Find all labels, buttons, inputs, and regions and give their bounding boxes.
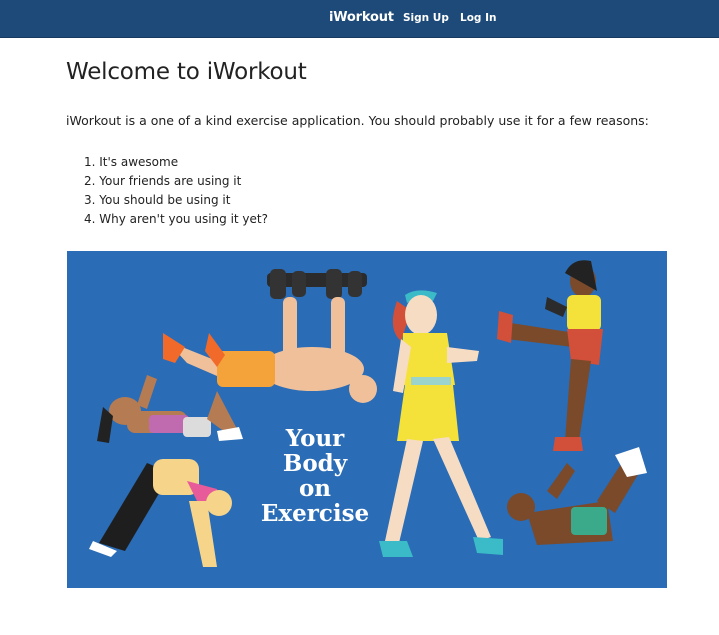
walking-woman-figure: [379, 290, 503, 557]
brand-link[interactable]: iWorkout: [329, 10, 394, 25]
caption-line: Body: [282, 450, 348, 477]
kicking-woman-figure: [497, 260, 603, 451]
log-in-link[interactable]: Log In: [460, 12, 496, 24]
top-navbar: iWorkout Sign Up Log In: [0, 0, 719, 38]
hero-image: Your Body on Exercise: [67, 251, 667, 588]
bench-press-figure: [163, 269, 377, 403]
sign-up-link[interactable]: Sign Up: [403, 12, 449, 24]
caption-line: on: [298, 475, 332, 502]
hero-caption: Your Body on Exercise: [245, 426, 385, 526]
list-item: 1. It's awesome: [84, 155, 179, 169]
list-item: 3. You should be using it: [84, 193, 231, 207]
reasons-list: 1. It's awesome 2. Your friends are usin…: [84, 153, 268, 229]
crunch-man-figure: [507, 447, 647, 545]
yoga-woman-figure: [89, 459, 232, 567]
caption-line: Exercise: [260, 500, 370, 527]
intro-text: iWorkout is a one of a kind exercise app…: [66, 113, 649, 128]
people-exercising-illustration: [89, 260, 647, 567]
list-item: 2. Your friends are using it: [84, 174, 242, 188]
page-title: Welcome to iWorkout: [66, 59, 307, 85]
list-item: 4. Why aren't you using it yet?: [84, 212, 268, 226]
caption-line: Your: [285, 425, 345, 452]
